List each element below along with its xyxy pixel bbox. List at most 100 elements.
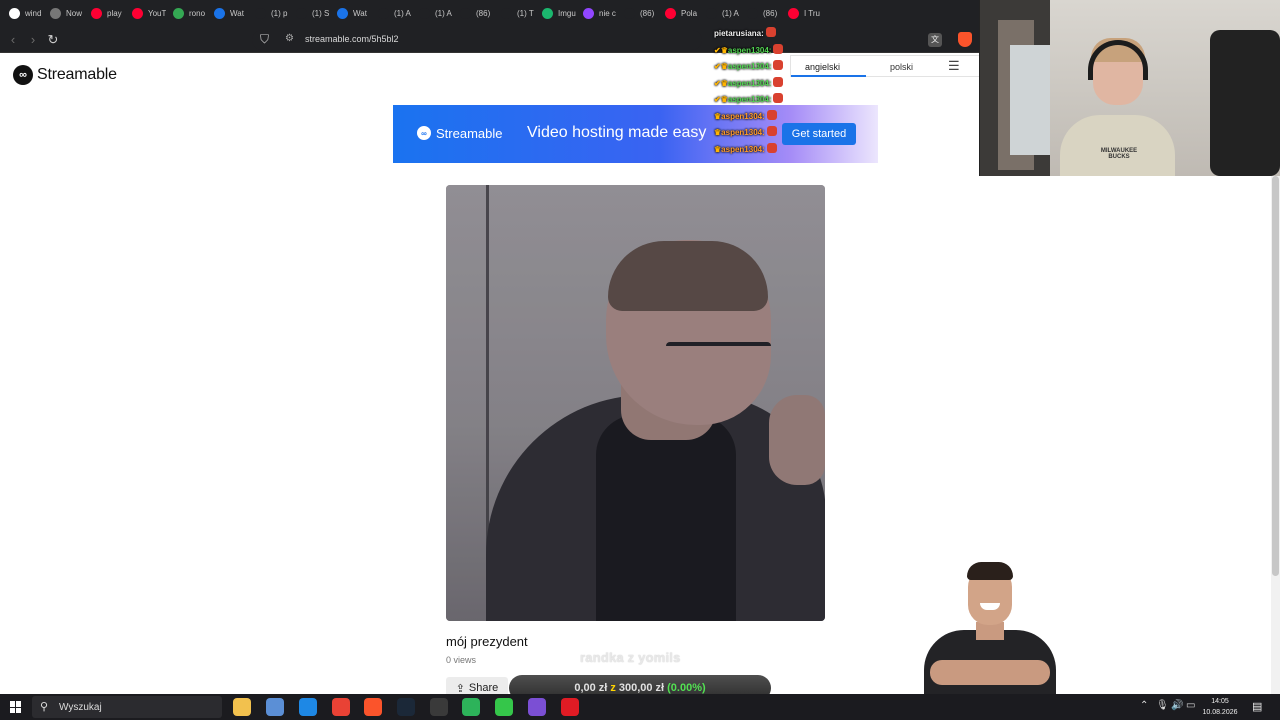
share-icon: ⇪ — [455, 682, 465, 695]
donation-sep: z — [610, 682, 616, 694]
browser-tab[interactable]: (86) — [740, 0, 781, 27]
browser-tab[interactable]: Wat — [330, 0, 371, 27]
browser-tab[interactable]: (1) A — [699, 0, 740, 27]
taskbar-search[interactable]: ⚲ Wyszukaj — [32, 696, 222, 718]
browser-tab[interactable]: YouT — [125, 0, 166, 27]
tab-title: rono — [189, 9, 206, 18]
notification-icon[interactable]: ▤ — [1252, 700, 1262, 713]
reload-icon[interactable]: ↻ — [45, 32, 61, 48]
taskbar-clock[interactable]: 14:05 10.08.2026 — [1200, 696, 1240, 718]
browser-tab[interactable]: rono — [166, 0, 207, 27]
maps-pin-icon — [173, 8, 184, 19]
chat-message: ✔♛aspen1304: — [714, 76, 804, 93]
x-icon — [501, 8, 512, 19]
tab-title: play — [107, 9, 122, 18]
chat-emote-icon — [773, 43, 784, 54]
browser-tab[interactable]: (1) A — [371, 0, 412, 27]
tab-title: (86) — [640, 9, 655, 18]
browser-tab[interactable]: (1) p — [248, 0, 289, 27]
video-player[interactable] — [446, 185, 825, 621]
browser-tab[interactable]: play — [84, 0, 125, 27]
forward-icon[interactable]: › — [25, 32, 41, 48]
brave-icon[interactable] — [364, 698, 382, 716]
url-text[interactable]: streamable.com/5h5bl2 — [305, 34, 399, 44]
promo-banner[interactable]: ∞ Streamable Video hosting made easy Get… — [393, 105, 878, 163]
chat-username: pietarusiana: — [714, 29, 764, 38]
x-icon — [296, 8, 307, 19]
browser-tab-strip: wind Now play YouT rono Wat (1) p (1) S Wat (1) A… — [0, 0, 980, 27]
greenshot-icon[interactable] — [462, 698, 480, 716]
translate-lang-english[interactable]: angielski — [805, 62, 840, 72]
chat-message: pietarusiana: — [714, 26, 804, 43]
browser-tab[interactable]: (1) A — [412, 0, 453, 27]
bookmark-icon[interactable]: ⛉ — [260, 32, 269, 47]
banner-tagline: Video hosting made easy — [527, 124, 707, 141]
browser-tab[interactable]: Imgu — [535, 0, 576, 27]
page-scrollbar[interactable] — [1271, 176, 1280, 694]
screen: wind Now play YouT rono Wat (1) p (1) S Wat (1) A… — [0, 0, 1280, 720]
x-icon — [378, 8, 389, 19]
streamable-icon — [214, 8, 225, 19]
cutout-hair — [967, 562, 1013, 580]
translate-icon[interactable]: 文 — [928, 33, 942, 47]
network-icon[interactable]: ▭ — [1186, 700, 1195, 711]
browser-tab[interactable]: Pola — [658, 0, 699, 27]
chat-message: ♛aspen1304: — [714, 109, 804, 126]
tab-title: I Tru — [804, 9, 821, 18]
microphone-icon[interactable]: 🎙 — [1156, 700, 1169, 711]
browser-tab[interactable]: Now — [43, 0, 84, 27]
browser-tab[interactable]: I Tru — [781, 0, 822, 27]
chat-username: aspen1304: — [727, 45, 772, 55]
play-icon[interactable] — [495, 698, 513, 716]
clock-time: 14:05 — [1211, 698, 1229, 705]
chat-username: aspen1304: — [721, 144, 765, 154]
chat-emote-icon — [765, 27, 776, 37]
taskbar-search-placeholder: Wyszukaj — [59, 702, 102, 713]
tiktok-icon — [747, 8, 758, 19]
browser-tab[interactable]: (86) — [453, 0, 494, 27]
chat-username: aspen1304: — [721, 111, 765, 121]
chat-emote-icon — [773, 93, 784, 103]
scrollbar-thumb[interactable] — [1272, 176, 1279, 576]
browser-tab[interactable]: (86) — [617, 0, 658, 27]
video-views: 0 views — [446, 655, 477, 665]
webcam-shirt-text: MILWAUKEE BUCKS — [1100, 148, 1138, 160]
youtube-icon — [91, 8, 102, 19]
windows-taskbar: ⚲ Wyszukaj ⌃ 🎙 🔊 ▭ 14:05 10.08.2026 ▤ — [0, 694, 1280, 720]
brave-shield-icon[interactable] — [958, 32, 972, 47]
file-explorer-icon[interactable] — [233, 698, 251, 716]
donation-goal: 300,00 zł — [618, 682, 665, 694]
chat-username: aspen1304: — [727, 62, 772, 71]
site-info-icon[interactable]: ⚙ — [285, 33, 294, 44]
hamburger-menu-icon[interactable]: ☰ — [948, 58, 960, 74]
browser-tab[interactable]: (1) T — [494, 0, 535, 27]
x-icon — [706, 8, 717, 19]
chat-message: ✔♛aspen1304: — [714, 59, 804, 76]
translate-lang-polish[interactable]: polski — [890, 62, 913, 72]
stream-overlay-text: randka z yomils — [580, 650, 681, 665]
chat-emote-icon — [766, 142, 777, 153]
windows-start-icon[interactable] — [10, 701, 22, 713]
steam-icon[interactable] — [397, 698, 415, 716]
streamable-icon — [337, 8, 348, 19]
photos-icon[interactable] — [266, 698, 284, 716]
edge-icon[interactable] — [299, 698, 317, 716]
address-bar[interactable]: ⛉ ⚙ streamable.com/5h5bl2 — [252, 30, 702, 50]
browser-tab[interactable]: Wat — [207, 0, 248, 27]
chat-app-icon[interactable] — [528, 698, 546, 716]
browser-tab[interactable]: (1) S — [289, 0, 330, 27]
streamable-logo-icon: ∞ — [13, 65, 33, 85]
red-app-icon[interactable] — [561, 698, 579, 716]
browser-tab[interactable]: nie c — [576, 0, 617, 27]
chevron-up-icon[interactable]: ⌃ — [1140, 700, 1148, 711]
chat-message: ♛aspen1304: — [714, 142, 804, 159]
back-icon[interactable]: ‹ — [5, 32, 21, 48]
volume-icon[interactable]: 🔊 — [1171, 700, 1183, 711]
x-icon — [255, 8, 266, 19]
obs-icon[interactable] — [430, 698, 448, 716]
youtube-icon — [788, 8, 799, 19]
chat-badge-icon: ✔♛ — [714, 95, 728, 104]
streamable-logo[interactable]: ∞ Streamable — [13, 65, 117, 85]
chrome-icon[interactable] — [332, 698, 350, 716]
browser-tab[interactable]: wind — [2, 0, 43, 27]
